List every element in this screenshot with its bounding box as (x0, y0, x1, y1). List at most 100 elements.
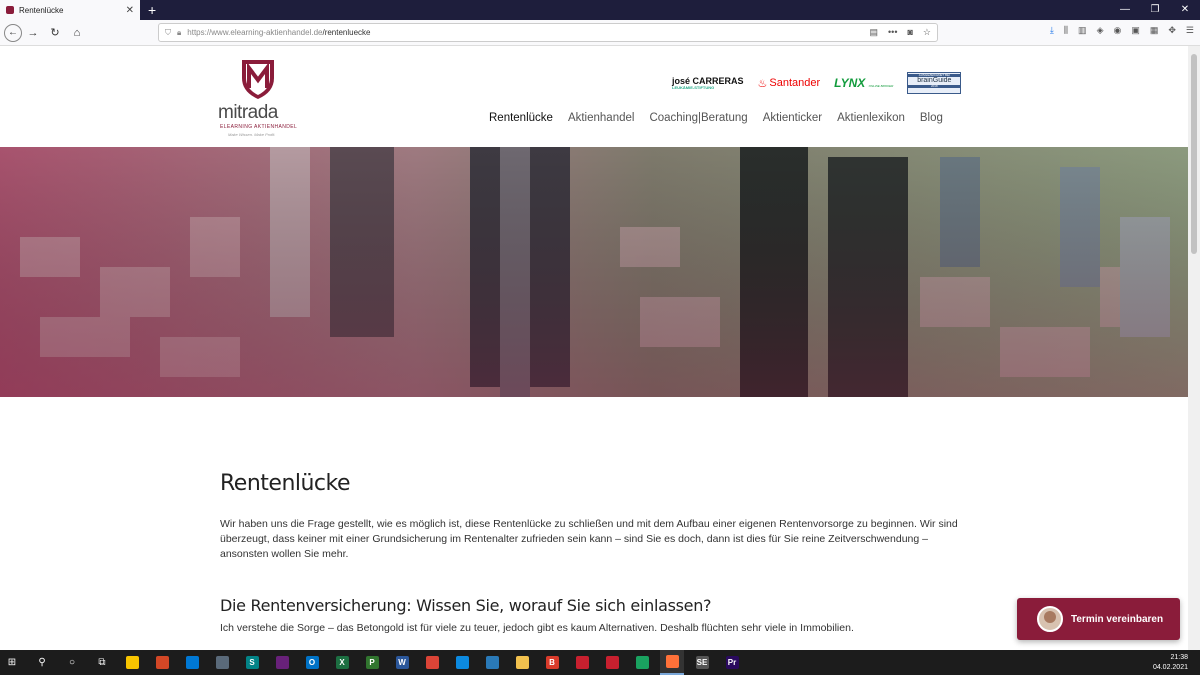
bookmark-star-icon[interactable]: ☆ (923, 27, 931, 38)
partner-logos: josé CARRERAS LEUKÄMIE-STIFTUNG ♨ Santan… (672, 72, 962, 94)
task-view-icon[interactable]: ⧉ (90, 650, 114, 675)
taskbar-stocks-app-icon[interactable] (630, 650, 654, 675)
cta-label: Termin vereinbaren (1071, 613, 1164, 625)
section-heading: Die Rentenversicherung: Wissen Sie, wora… (220, 596, 712, 615)
taskbar-sharepoint-icon[interactable]: S (240, 650, 264, 675)
store-icon (155, 656, 169, 669)
taskbar-project-icon[interactable]: P (360, 650, 384, 675)
browser-tab[interactable]: Rentenlücke ✕ (0, 0, 140, 20)
close-tab-icon[interactable]: ✕ (126, 5, 134, 16)
browser-navbar: ← → ↻ ⌂ ⛉ 🔒︎ https://www.elearning-aktie… (0, 20, 1200, 46)
avatar (1037, 606, 1063, 632)
addon-icon[interactable]: ▣ (1131, 25, 1140, 36)
red-app-2-icon (605, 656, 619, 669)
taskbar-firefox-icon[interactable] (660, 650, 684, 675)
taskbar-calculator-icon[interactable] (210, 650, 234, 675)
taskbar-se-app-icon[interactable]: SE (690, 650, 714, 675)
nav-item-aktienticker[interactable]: Aktienticker (763, 112, 822, 124)
search-icon[interactable]: ⚲ (30, 650, 54, 675)
scrollbar-thumb[interactable] (1191, 54, 1197, 254)
excel-icon: X (335, 656, 349, 669)
file-explorer-icon (515, 656, 529, 669)
cortana-icon[interactable]: ○ (60, 650, 84, 675)
taskbar-file-explorer-icon[interactable] (510, 650, 534, 675)
home-icon[interactable]: ⌂ (66, 27, 88, 39)
taskbar-apps: S O X P W B SE Pr (120, 650, 750, 675)
back-icon[interactable]: ← (4, 23, 22, 42)
close-window-icon[interactable]: ✕ (1170, 0, 1200, 20)
mail-icon (185, 656, 199, 669)
sidebar-icon[interactable]: ▥ (1078, 25, 1087, 36)
system-clock[interactable]: 21:38 04.02.2021 (1153, 653, 1188, 673)
section-paragraph: Ich verstehe die Sorge – das Betongold i… (220, 622, 854, 634)
clock-time: 21:38 (1170, 654, 1188, 661)
jose-carreras-logo[interactable]: josé CARRERAS LEUKÄMIE-STIFTUNG (672, 76, 744, 90)
taskbar-premiere-icon[interactable]: Pr (720, 650, 744, 675)
santander-name: Santander (769, 77, 821, 89)
santander-logo[interactable]: ♨ Santander (758, 77, 821, 90)
termin-vereinbaren-button[interactable]: Termin vereinbaren (1017, 598, 1180, 640)
new-tab-button[interactable]: + (148, 2, 156, 18)
taskbar-store-icon[interactable] (150, 650, 174, 675)
brand-tagline: Make Wissen. Make Profit. (228, 132, 276, 137)
brave-app-icon: B (545, 656, 559, 669)
more-actions-icon[interactable]: ••• (888, 27, 897, 38)
browser-tabbar: Rentenlücke ✕ + — ❐ ✕ (0, 0, 1200, 20)
extension-icon[interactable]: ◈ (1097, 25, 1104, 36)
taskbar-chrome-icon[interactable] (420, 650, 444, 675)
lynx-logo[interactable]: LYNX ONLINE BROKER (834, 76, 893, 90)
taskbar-outlook-icon[interactable]: O (300, 650, 324, 675)
page-title: Rentenlücke (220, 471, 351, 496)
reader-view-icon[interactable]: ▤ (870, 27, 879, 38)
windows-start-icon[interactable]: ⊞ (0, 650, 24, 675)
reload-icon[interactable]: ↻ (44, 26, 66, 39)
nav-item-blog[interactable]: Blog (920, 112, 943, 124)
taskbar-generic-app-icon[interactable] (480, 650, 504, 675)
taskbar-mail-icon[interactable] (180, 650, 204, 675)
taskbar-excel-icon[interactable]: X (330, 650, 354, 675)
addon-2-icon[interactable]: ▦ (1150, 25, 1159, 36)
nav-item-aktienhandel[interactable]: Aktienhandel (568, 112, 635, 124)
generic-app-icon (485, 656, 499, 669)
extensions-icon[interactable]: ✥ (1168, 25, 1176, 36)
minimize-icon[interactable]: — (1110, 0, 1140, 20)
nav-item-aktienlexikon[interactable]: Aktienlexikon (837, 112, 905, 124)
taskbar-word-icon[interactable]: W (390, 650, 414, 675)
taskbar-red-app-2-icon[interactable] (600, 650, 624, 675)
taskbar-visual-studio-icon[interactable] (270, 650, 294, 675)
menu-icon[interactable]: ☰ (1186, 25, 1194, 36)
browser-toolbar: ⤓ ⫼ ▥ ◈ ◉ ▣ ▦ ✥ ☰ (1050, 25, 1194, 36)
intro-paragraph: Wir haben uns die Frage gestellt, wie es… (220, 518, 958, 560)
brainguide-badge[interactable]: AUSGEZEICHNET BEI brainGuide 2018 (907, 72, 962, 94)
nav-item-coaching-beratung[interactable]: Coaching|Beratung (649, 112, 747, 124)
restore-icon[interactable]: ❐ (1140, 0, 1170, 20)
taskbar-red-app-icon[interactable] (570, 650, 594, 675)
premiere-icon: Pr (725, 656, 739, 669)
jose-carreras-sub: LEUKÄMIE-STIFTUNG (672, 84, 715, 90)
nav-item-rentenluecke[interactable]: Rentenlücke (489, 112, 553, 124)
sticky-notes-icon (125, 656, 139, 669)
main-content: Rentenlücke Wir haben uns die Frage gest… (220, 471, 960, 636)
shield-icon[interactable]: ⛉ (165, 28, 171, 38)
account-icon[interactable]: ◉ (1113, 25, 1121, 36)
library-icon[interactable]: ⫼ (1064, 25, 1068, 36)
brand-name: mitrada (218, 102, 278, 123)
hero-skyline-image (0, 147, 1188, 397)
outlook-icon: O (305, 656, 319, 669)
site-logo[interactable]: mitrada ELEARNING AKTIENHANDEL Make Wiss… (218, 58, 298, 138)
chrome-icon (425, 656, 439, 669)
word-icon: W (395, 656, 409, 669)
address-bar[interactable]: ⛉ 🔒︎ https://www.elearning-aktienhandel.… (158, 23, 938, 42)
santander-flame-icon: ♨ (757, 77, 768, 90)
site-favicon-icon (6, 6, 14, 14)
mitrada-shield-icon (242, 60, 274, 99)
page-scrollbar[interactable] (1188, 46, 1200, 650)
brainguide-year: 2018 (908, 84, 961, 89)
pocket-icon[interactable]: ◙ (907, 27, 912, 38)
taskbar-brave-app-icon[interactable]: B (540, 650, 564, 675)
taskbar-edge-icon[interactable] (450, 650, 474, 675)
downloads-icon[interactable]: ⤓ (1050, 25, 1054, 36)
brand-subtitle: ELEARNING AKTIENHANDEL (220, 124, 298, 130)
taskbar-sticky-notes-icon[interactable] (120, 650, 144, 675)
forward-icon[interactable]: → (22, 27, 44, 39)
